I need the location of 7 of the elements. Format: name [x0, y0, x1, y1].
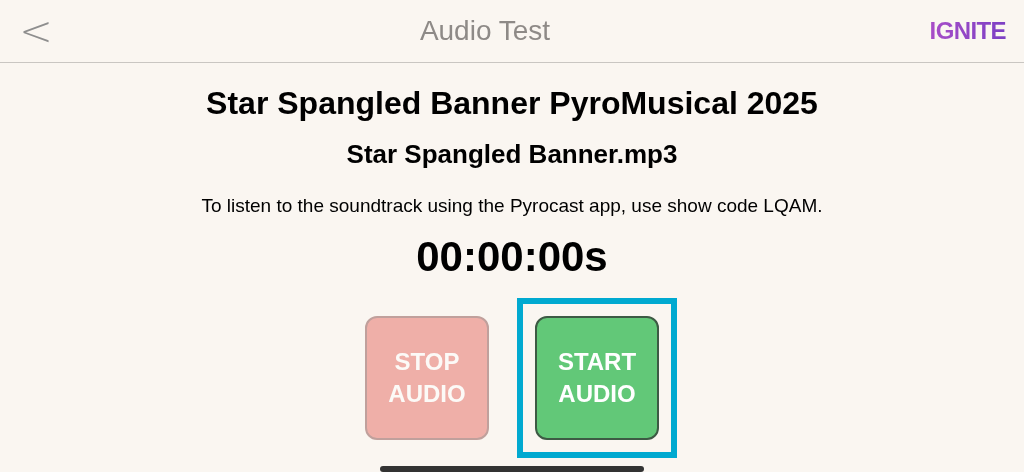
show-title: Star Spangled Banner PyroMusical 2025 — [206, 83, 818, 123]
page-title: Audio Test — [419, 13, 551, 48]
timer: 00:00:00s — [416, 236, 608, 279]
audio-button[interactable]: START AUDIO — [535, 316, 659, 441]
instructions-text: To listen to the soundtrack using the Pyrocast app, use show code LQAM. — [201, 193, 823, 218]
file-name: Star Spangled Banner.mp3 — [346, 137, 678, 171]
back-button[interactable]: < — [18, 10, 54, 51]
